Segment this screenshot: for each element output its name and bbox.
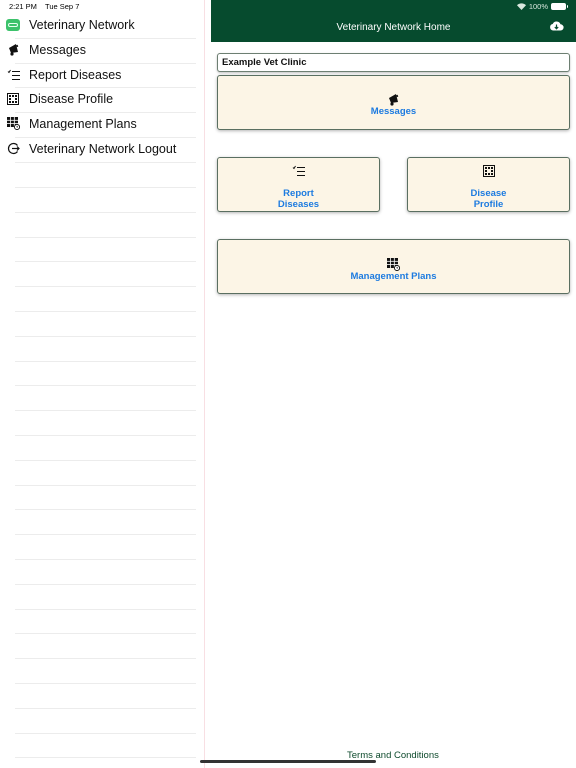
- sidebar-item-label: Veterinary Network Logout: [29, 141, 177, 156]
- tile-label-line1: Disease: [470, 188, 507, 199]
- sidebar-item-veterinary-network[interactable]: Veterinary Network: [0, 12, 205, 37]
- divider: [15, 261, 196, 262]
- app-logo-icon: [6, 18, 20, 32]
- checklist-icon: [292, 164, 306, 178]
- divider: [15, 559, 196, 560]
- sidebar: 2:21 PM Tue Sep 7 Veterinary Network Mes…: [0, 0, 205, 768]
- sidebar-item-label: Report Diseases: [29, 67, 122, 82]
- navigation-bar: 100% Veterinary Network Home: [211, 0, 576, 42]
- checklist-icon: [6, 68, 20, 82]
- table-clock-icon: [387, 257, 401, 271]
- sidebar-item-label: Veterinary Network: [29, 17, 135, 32]
- messages-tile-button[interactable]: Messages: [217, 75, 570, 130]
- clinic-name-field: Example Vet Clinic: [217, 53, 570, 72]
- divider: [15, 212, 196, 213]
- divider: [15, 534, 196, 535]
- screen: 2:21 PM Tue Sep 7 Veterinary Network Mes…: [0, 0, 576, 768]
- divider: [15, 385, 196, 386]
- divider: [15, 658, 196, 659]
- divider: [15, 633, 196, 634]
- tile-label: Messages: [370, 106, 417, 117]
- grid-dots-icon: [6, 92, 20, 106]
- wifi-icon: [516, 3, 526, 10]
- divider: [15, 435, 196, 436]
- divider: [15, 361, 196, 362]
- divider: [15, 609, 196, 610]
- sidebar-item-label: Messages: [29, 42, 86, 57]
- tile-label: Report Diseases: [278, 188, 319, 210]
- divider: [15, 311, 196, 312]
- divider: [15, 708, 196, 709]
- sidebar-item-label: Management Plans: [29, 116, 137, 131]
- status-time-date: 2:21 PM Tue Sep 7: [9, 2, 79, 11]
- report-diseases-tile-button[interactable]: Report Diseases: [217, 157, 380, 212]
- management-plans-tile-button[interactable]: Management Plans: [217, 239, 570, 294]
- tile-label: Management Plans: [350, 271, 437, 282]
- logout-icon: [6, 142, 20, 156]
- battery-percent: 100%: [528, 2, 548, 11]
- disease-profile-tile-button[interactable]: Disease Profile: [407, 157, 570, 212]
- divider: [15, 162, 196, 163]
- sidebar-item-disease-profile[interactable]: Disease Profile: [0, 86, 205, 111]
- table-clock-icon: [6, 117, 20, 131]
- grid-dots-icon: [482, 164, 496, 178]
- status-time: 2:21 PM: [9, 2, 37, 11]
- megaphone-icon: [387, 92, 401, 106]
- tile-label-line2: Diseases: [277, 199, 320, 210]
- sidebar-item-report-diseases[interactable]: Report Diseases: [0, 62, 205, 87]
- divider: [15, 460, 196, 461]
- divider: [15, 733, 196, 734]
- status-date: Tue Sep 7: [45, 2, 80, 11]
- divider: [15, 757, 196, 758]
- divider: [15, 509, 196, 510]
- cloud-download-icon[interactable]: [549, 20, 564, 32]
- battery-icon: [551, 3, 568, 10]
- divider: [15, 336, 196, 337]
- divider: [15, 410, 196, 411]
- page-title: Veterinary Network Home: [336, 22, 451, 33]
- divider: [15, 485, 196, 486]
- sidebar-item-label: Disease Profile: [29, 91, 114, 106]
- divider: [15, 584, 196, 585]
- divider: [15, 187, 196, 188]
- divider: [15, 286, 196, 287]
- status-indicators: 100%: [516, 2, 568, 11]
- tile-label-line2: Profile: [473, 199, 504, 210]
- sidebar-item-management-plans[interactable]: Management Plans: [0, 111, 205, 136]
- tile-label-line1: Report: [283, 188, 314, 199]
- home-indicator[interactable]: [200, 760, 376, 763]
- megaphone-icon: [6, 43, 20, 57]
- sidebar-item-messages[interactable]: Messages: [0, 37, 205, 62]
- divider: [15, 237, 196, 238]
- divider: [15, 683, 196, 684]
- sidebar-item-logout[interactable]: Veterinary Network Logout: [0, 136, 205, 161]
- tile-label: Disease Profile: [471, 188, 507, 210]
